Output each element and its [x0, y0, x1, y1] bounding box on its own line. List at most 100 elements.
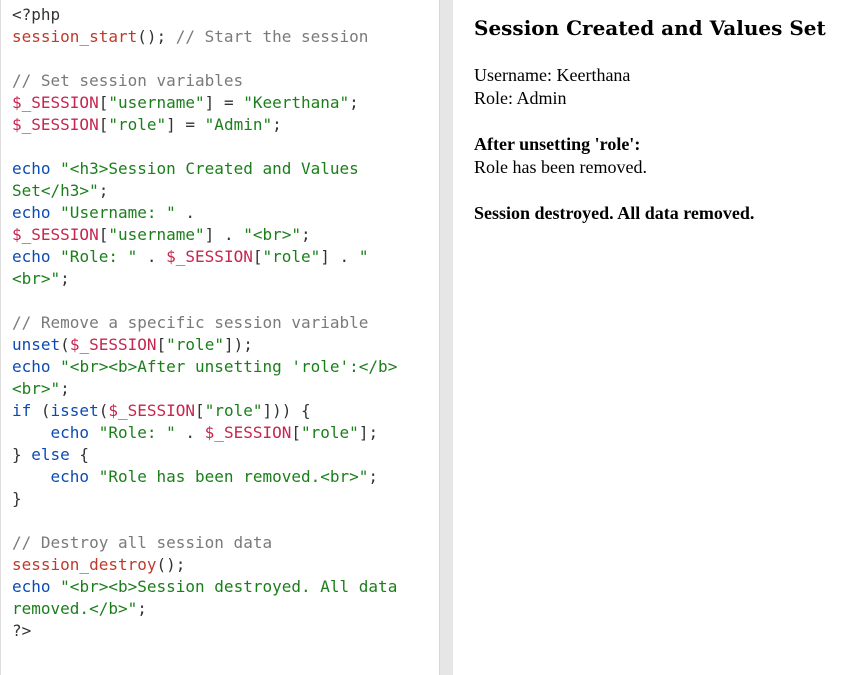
code-token-punc: ] . [204, 225, 244, 244]
output-role-line: Role: Admin [474, 88, 567, 108]
code-token-str: "Keerthana" [243, 93, 350, 112]
code-token-str: "role" [166, 335, 224, 354]
code-token-keyword: if [12, 401, 32, 420]
code-token-punc: ; [368, 467, 379, 486]
code-token-comment: // Remove a specific session variable [12, 313, 369, 332]
code-token-str: "Username: " [60, 203, 176, 222]
code-line: if (isset($_SESSION["role"])) { [12, 400, 397, 422]
code-token-keyword: echo [12, 203, 51, 222]
code-token-punc: ; [60, 269, 70, 288]
code-token-var: $_SESSION [12, 93, 99, 112]
code-token-var: $_SESSION [12, 115, 99, 134]
code-line: echo "<br><b>After unsetting 'role':</b> [12, 356, 397, 378]
code-token-str: "Admin" [204, 115, 273, 134]
code-line: } else { [12, 444, 397, 466]
code-token-punc [51, 357, 61, 376]
code-token-keyword: else [31, 445, 70, 464]
code-token-keyword: echo [12, 159, 51, 178]
code-token-keyword: echo [50, 423, 90, 442]
code-line: ​ [12, 510, 397, 532]
code-token-punc: ] = [166, 115, 205, 134]
code-token-punc: ( [60, 335, 70, 354]
code-token-str: <br>" [12, 269, 61, 288]
code-token-punc [51, 159, 61, 178]
code-line: $_SESSION["role"] = "Admin"; [12, 114, 397, 136]
code-token-str: Set</h3>" [12, 181, 99, 200]
code-token-str: " [358, 247, 369, 266]
code-token-keyword: echo [12, 577, 51, 596]
code-token-str: "Role: " [98, 423, 176, 442]
code-line: ​ [12, 290, 397, 312]
code-line: ?> [12, 620, 397, 642]
code-line: echo "<h3>Session Created and Values [12, 158, 397, 180]
pane-divider[interactable] [440, 0, 453, 675]
code-token-punc: [ [195, 401, 205, 420]
code-token-punc [89, 423, 99, 442]
code-token-var: $_SESSION [108, 401, 196, 420]
code-token-str: "role" [204, 401, 263, 420]
code-line: unset($_SESSION["role"]); [12, 334, 397, 356]
output-pane: Session Created and Values Set Username:… [453, 0, 847, 675]
code-line: // Set session variables [12, 70, 397, 92]
code-token-punc: ; [98, 181, 109, 200]
code-token-punc: ; [301, 225, 311, 244]
code-token-str: "Role has been removed.<br>" [98, 467, 369, 486]
code-token-punc: [ [98, 225, 109, 244]
code-line: ​ [12, 136, 397, 158]
output-username-line: Username: Keerthana [474, 65, 631, 85]
code-line: echo "Role: " . $_SESSION["role"] . " [12, 246, 397, 268]
code-editor-pane[interactable]: <?php session_start(); // Start the sessi… [0, 0, 440, 675]
code-token-str: "<h3>Session Created and Values [60, 159, 359, 178]
php-code-block[interactable]: <?php session_start(); // Start the sessi… [12, 4, 397, 642]
code-token-str: "<br>" [243, 225, 301, 244]
code-token-str: "username" [108, 225, 205, 244]
code-line: <br>"; [12, 268, 397, 290]
code-line: ​ [12, 48, 397, 70]
code-token-punc: } [12, 445, 32, 464]
code-line: Set</h3>"; [12, 180, 397, 202]
code-token-var: $_SESSION [12, 225, 99, 244]
code-token-str: "role" [301, 423, 359, 442]
code-token-punc: . [137, 247, 167, 266]
php-example-viewer: <?php session_start(); // Start the sessi… [0, 0, 847, 675]
code-token-str: "role" [108, 115, 167, 134]
output-destroyed-line: Session destroyed. All data removed. [474, 203, 755, 223]
code-token-punc [12, 467, 51, 486]
code-line: session_destroy(); [12, 554, 397, 576]
code-token-punc: { [69, 445, 90, 464]
code-token-str: "Role: " [60, 247, 138, 266]
code-line: echo "<br><b>Session destroyed. All data [12, 576, 397, 598]
code-token-punc: ]); [223, 335, 253, 354]
output-heading: Session Created and Values Set [474, 16, 826, 40]
code-token-str: removed.</b>" [12, 599, 138, 618]
code-line: echo "Role has been removed.<br>"; [12, 466, 397, 488]
code-line: echo "Role: " . $_SESSION["role"]; [12, 422, 397, 444]
code-token-var: $_SESSION [166, 247, 253, 266]
code-token-punc: ; [349, 93, 359, 112]
code-token-punc [89, 467, 99, 486]
code-line: removed.</b>"; [12, 598, 397, 620]
code-line: // Remove a specific session variable [12, 312, 397, 334]
code-token-punc: [ [98, 115, 109, 134]
code-token-punc: ] = [204, 93, 244, 112]
code-line: $_SESSION["username"] . "<br>"; [12, 224, 397, 246]
code-line: session_start(); // Start the session [12, 26, 397, 48]
code-line: } [12, 488, 397, 510]
code-token-punc: (); [156, 555, 186, 574]
code-token-str: "username" [108, 93, 205, 112]
code-token-keyword: isset [50, 401, 99, 420]
code-token-var: $_SESSION [204, 423, 292, 442]
code-token-keyword: echo [12, 357, 51, 376]
code-token-comment: // Set session variables [12, 71, 244, 90]
code-line: <br>"; [12, 378, 397, 400]
code-token-punc: [ [98, 93, 109, 112]
code-token-punc: . [175, 203, 196, 222]
code-token-punc: } [12, 489, 22, 508]
code-token-punc: ])) { [262, 401, 311, 420]
code-token-punc [51, 247, 61, 266]
code-token-comment: // Destroy all session data [12, 533, 273, 552]
code-token-punc: [ [156, 335, 167, 354]
output-role-removed-line: Role has been removed. [474, 157, 647, 177]
code-line: echo "Username: " . [12, 202, 397, 224]
code-token-str: <br>" [12, 379, 61, 398]
